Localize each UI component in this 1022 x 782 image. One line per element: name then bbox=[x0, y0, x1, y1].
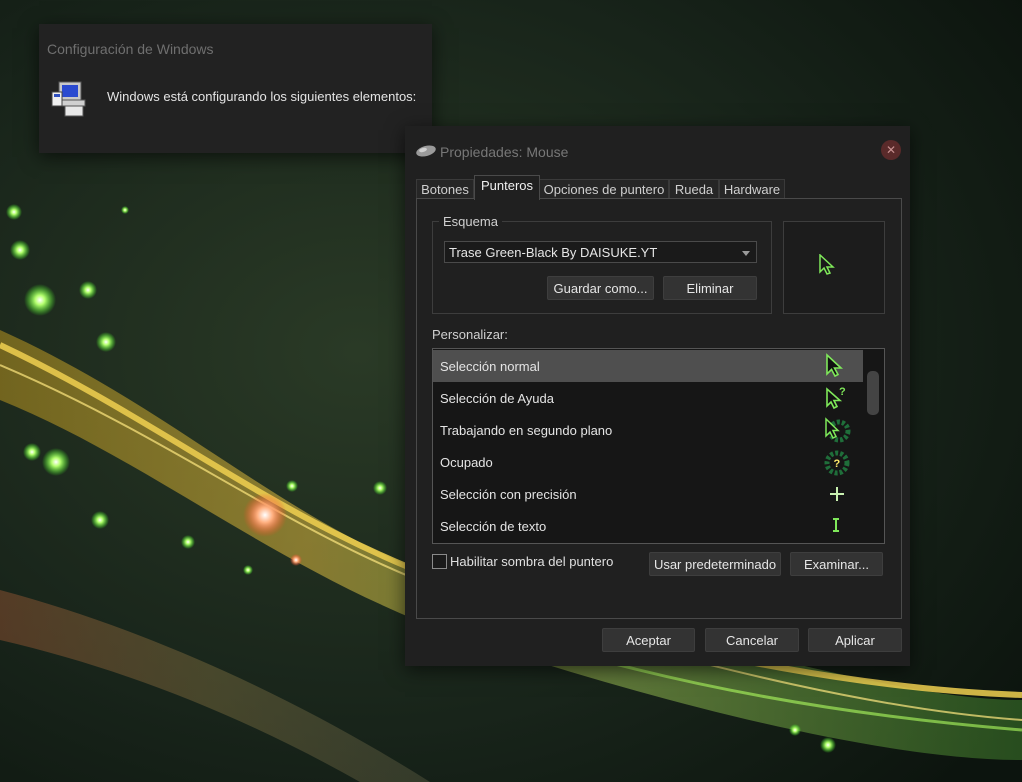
mouse-icon bbox=[416, 145, 436, 157]
list-item-help-select[interactable]: Selección de Ayuda ? bbox=[433, 382, 863, 414]
list-item-normal-select[interactable]: Selección normal bbox=[433, 350, 863, 382]
help-cursor-icon: ? bbox=[826, 386, 846, 410]
text-cursor-icon bbox=[833, 518, 839, 532]
tab-opciones-de-puntero[interactable]: Opciones de puntero bbox=[539, 179, 669, 199]
crosshair-cursor-icon bbox=[830, 487, 844, 501]
cursor-list[interactable]: Selección normal Selección de Ayuda ? Tr… bbox=[432, 348, 885, 544]
svg-text:?: ? bbox=[834, 458, 841, 470]
svg-text:?: ? bbox=[839, 386, 846, 398]
close-icon: ✕ bbox=[885, 143, 897, 157]
tab-panel-punteros: Trase Green-Black By DAISUKE.YT Guardar … bbox=[416, 198, 902, 619]
shadow-checkbox[interactable] bbox=[432, 554, 447, 569]
scheme-dropdown[interactable]: Trase Green-Black By DAISUKE.YT bbox=[444, 241, 757, 263]
scheme-group: Trase Green-Black By DAISUKE.YT Guardar … bbox=[432, 221, 772, 314]
delete-button[interactable]: Eliminar bbox=[663, 276, 757, 300]
scheme-dropdown-value: Trase Green-Black By DAISUKE.YT bbox=[449, 245, 658, 260]
tab-rueda[interactable]: Rueda bbox=[669, 179, 719, 199]
tab-punteros[interactable]: Punteros bbox=[474, 175, 540, 200]
list-item-busy[interactable]: Ocupado ? bbox=[433, 446, 863, 478]
preview-arrow-cursor-icon bbox=[819, 254, 835, 275]
customize-label: Personalizar: bbox=[432, 327, 508, 342]
tab-hardware[interactable]: Hardware bbox=[719, 179, 785, 199]
use-default-button[interactable]: Usar predeterminado bbox=[649, 552, 781, 576]
window-title: Propiedades: Mouse bbox=[440, 144, 569, 160]
installer-computer-icon bbox=[51, 81, 86, 117]
config-message: Windows está configurando los siguientes… bbox=[107, 89, 417, 104]
list-item-label: Selección de Ayuda bbox=[440, 391, 554, 406]
list-item-working-background[interactable]: Trabajando en segundo plano bbox=[433, 414, 863, 446]
mouse-properties-window: Propiedades: Mouse ✕ Botones Punteros Op… bbox=[405, 126, 910, 666]
shadow-checkbox-label: Habilitar sombra del puntero bbox=[450, 554, 614, 569]
save-as-button[interactable]: Guardar como... bbox=[547, 276, 654, 300]
scrollbar-thumb[interactable] bbox=[867, 371, 879, 415]
browse-button[interactable]: Examinar... bbox=[790, 552, 883, 576]
list-item-label: Selección de texto bbox=[440, 519, 547, 534]
list-item-text-select[interactable]: Selección de texto bbox=[433, 510, 863, 542]
scheme-group-label: Esquema bbox=[439, 214, 502, 229]
list-item-label: Selección normal bbox=[440, 359, 540, 374]
list-item-label: Selección con precisión bbox=[440, 487, 577, 502]
tab-botones[interactable]: Botones bbox=[416, 179, 474, 199]
cursor-preview bbox=[783, 221, 885, 314]
list-item-label: Ocupado bbox=[440, 455, 493, 470]
close-button[interactable]: ✕ bbox=[881, 140, 901, 160]
cancel-button[interactable]: Cancelar bbox=[705, 628, 799, 652]
ok-button[interactable]: Aceptar bbox=[602, 628, 695, 652]
arrow-cursor-icon bbox=[826, 353, 844, 378]
config-window-title: Configuración de Windows bbox=[47, 41, 214, 57]
apply-button[interactable]: Aplicar bbox=[808, 628, 902, 652]
list-item-label: Trabajando en segundo plano bbox=[440, 423, 613, 438]
list-item-precision-select[interactable]: Selección con precisión bbox=[433, 478, 863, 510]
chevron-down-icon bbox=[742, 251, 750, 256]
working-cursor-icon bbox=[825, 417, 851, 443]
busy-cursor-icon: ? bbox=[824, 450, 850, 476]
config-window: Configuración de Windows Windows está co… bbox=[39, 24, 432, 153]
